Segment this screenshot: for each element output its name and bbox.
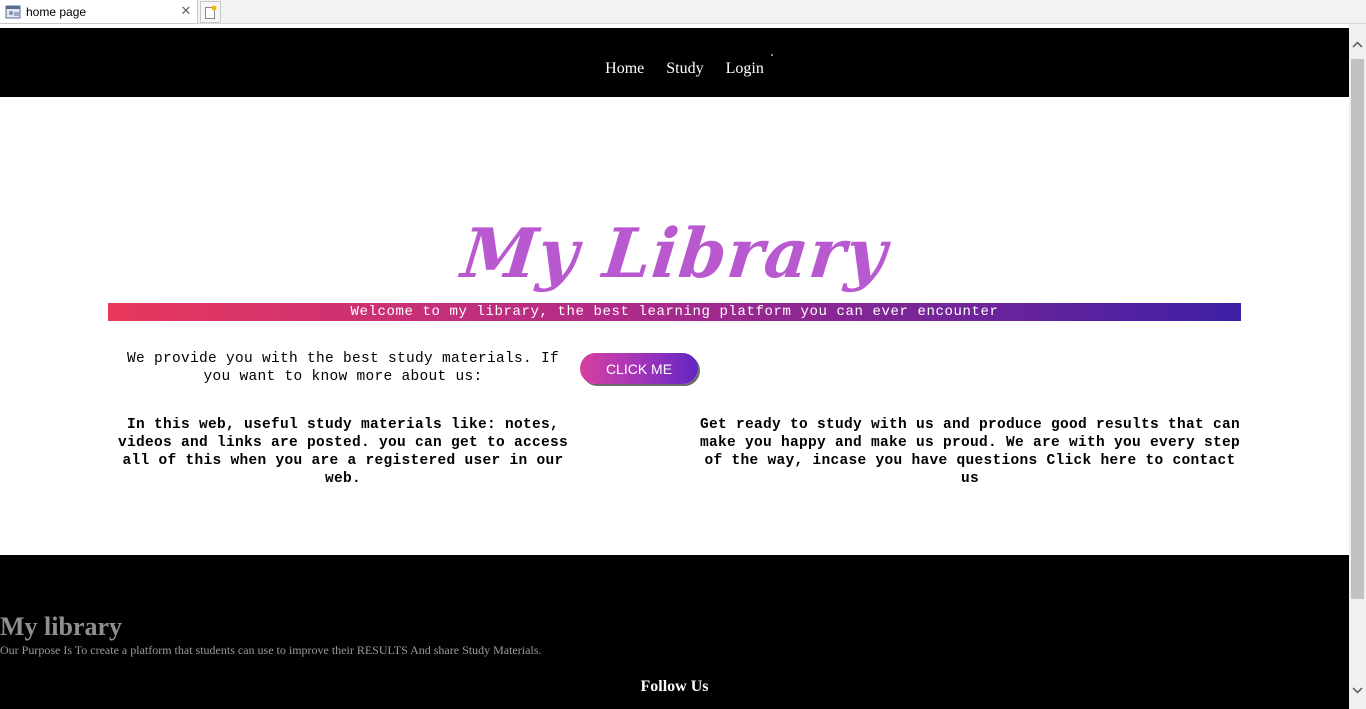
study-materials-text: In this web, useful study materials like… [117, 417, 569, 487]
welcome-banner: Welcome to my library, the best learning… [108, 303, 1241, 321]
navbar: Home Study Login [0, 28, 1349, 97]
close-icon[interactable]: ✕ [178, 4, 194, 19]
page-icon [5, 5, 21, 18]
new-tab-icon [205, 5, 217, 19]
footer-title: My library [0, 612, 123, 641]
provide-text: We provide you with the best study mater… [126, 351, 560, 385]
scroll-up-icon[interactable] [1349, 36, 1366, 53]
page-viewport: Home Study Login My Library Welcome to m… [0, 24, 1349, 709]
footer: My library Our Purpose Is To create a pl… [0, 555, 1349, 709]
tab-title: home page [26, 4, 87, 19]
contact-us-text[interactable]: Get ready to study with us and produce g… [696, 416, 1244, 488]
vertical-scrollbar[interactable] [1349, 24, 1366, 709]
hero-title: My Library [457, 214, 892, 294]
browser-tab-strip: home page ✕ [0, 0, 1366, 24]
nav-links: Home Study Login [0, 28, 1349, 97]
scroll-down-icon[interactable] [1349, 682, 1366, 699]
follow-us-heading: Follow Us [640, 678, 709, 695]
welcome-text: Welcome to my library, the best learning… [350, 304, 999, 320]
scroll-thumb[interactable] [1351, 59, 1364, 599]
nav-study-link[interactable]: Study [666, 60, 703, 78]
new-tab-button[interactable] [200, 1, 221, 23]
nav-home-link[interactable]: Home [605, 60, 644, 78]
nav-dot [771, 54, 773, 56]
browser-tab[interactable]: home page ✕ [0, 0, 198, 24]
click-me-button[interactable]: CLICK ME [580, 353, 698, 384]
nav-login-link[interactable]: Login [726, 60, 764, 78]
footer-description: Our Purpose Is To create a platform that… [0, 643, 542, 657]
